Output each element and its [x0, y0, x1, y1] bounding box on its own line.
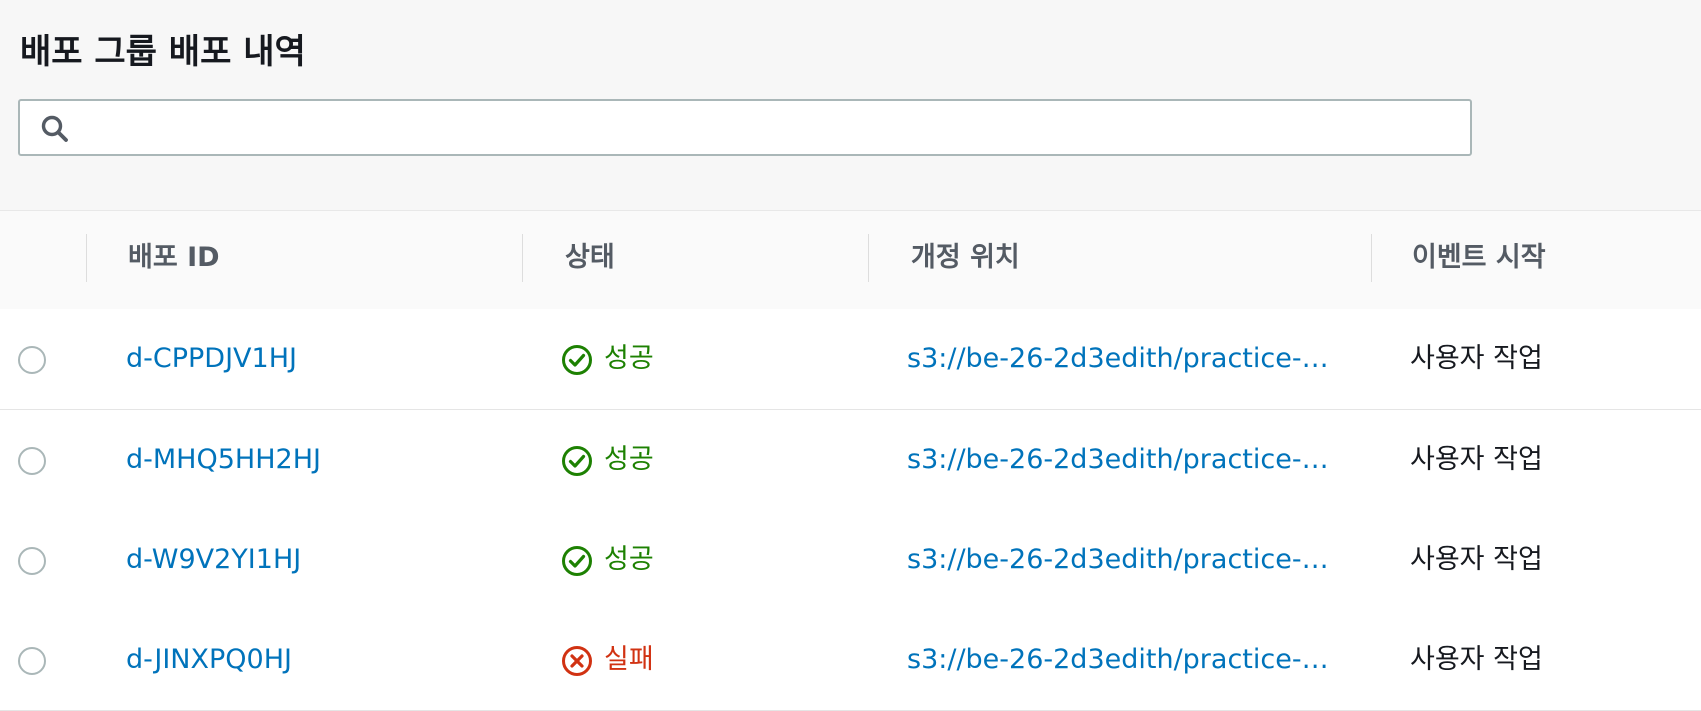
revision-location-link[interactable]: s3://be-26-2d3edith/practice-… [907, 510, 1329, 610]
column-header-revision-location[interactable]: 개정 위치 [911, 211, 1020, 309]
status-text: 실패 [604, 644, 654, 675]
deployment-id-link[interactable]: d-JINXPQ0HJ [126, 610, 292, 710]
row-select-radio[interactable] [18, 346, 46, 374]
search-input[interactable] [86, 107, 1460, 149]
row-select-radio[interactable] [18, 547, 46, 575]
success-check-icon [561, 344, 593, 376]
row-select-radio[interactable] [18, 647, 46, 675]
status-text: 성공 [604, 444, 654, 475]
table-row: d-MHQ5HH2HJ 성공 s3://be-26-2d3edith/pract… [0, 410, 1701, 511]
column-divider [1371, 234, 1372, 282]
status-text: 성공 [604, 343, 654, 374]
event-start-text: 사용자 작업 [1410, 544, 1543, 575]
deployment-id-link[interactable]: d-CPPDJV1HJ [126, 309, 297, 409]
page-title: 배포 그룹 배포 내역 [20, 32, 306, 72]
deployment-id-link[interactable]: d-W9V2YI1HJ [126, 510, 301, 610]
revision-location-link[interactable]: s3://be-26-2d3edith/practice-… [907, 610, 1329, 710]
table-row: d-CPPDJV1HJ 성공 s3://be-26-2d3edith/pract… [0, 309, 1701, 410]
row-select-radio[interactable] [18, 447, 46, 475]
column-header-deployment-id[interactable]: 배포 ID [128, 211, 220, 309]
event-start-text: 사용자 작업 [1410, 644, 1543, 675]
success-check-icon [561, 545, 593, 577]
success-check-icon [561, 445, 593, 477]
table-header: 배포 ID 상태 개정 위치 이벤트 시작 [0, 211, 1701, 310]
revision-location-link[interactable]: s3://be-26-2d3edith/practice-… [907, 410, 1329, 510]
panel-header: 배포 그룹 배포 내역 [0, 0, 1701, 211]
event-start-text: 사용자 작업 [1410, 343, 1543, 374]
event-start-text: 사용자 작업 [1410, 444, 1543, 475]
deployment-id-link[interactable]: d-MHQ5HH2HJ [126, 410, 321, 510]
column-divider [522, 234, 523, 282]
table-row: d-JINXPQ0HJ 실패 s3://be-26-2d3edith/pract… [0, 610, 1701, 711]
search-box[interactable] [18, 99, 1472, 156]
table-row: d-W9V2YI1HJ 성공 s3://be-26-2d3edith/pract… [0, 510, 1701, 611]
status-text: 성공 [604, 544, 654, 575]
column-divider [86, 234, 87, 282]
column-header-status[interactable]: 상태 [565, 211, 615, 309]
column-divider [868, 234, 869, 282]
revision-location-link[interactable]: s3://be-26-2d3edith/practice-… [907, 309, 1329, 409]
failure-x-icon [561, 645, 593, 677]
search-icon [40, 114, 70, 144]
column-header-event-start[interactable]: 이벤트 시작 [1412, 211, 1546, 309]
